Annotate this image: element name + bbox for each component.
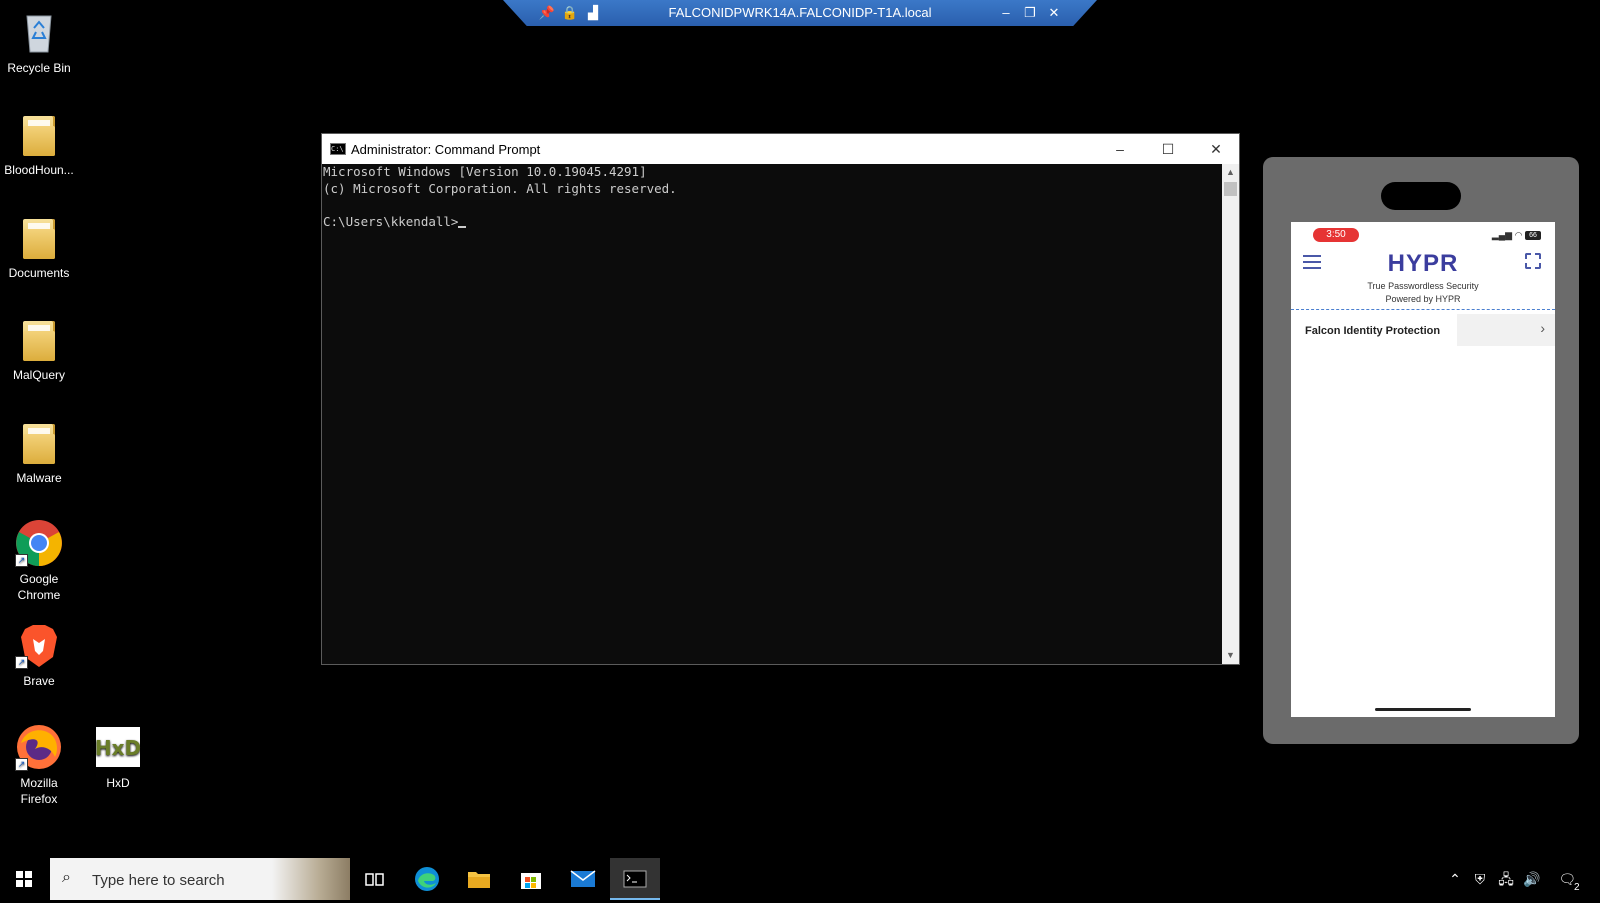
console-line: Microsoft Windows [Version 10.0.19045.42… [323, 164, 647, 179]
maximize-button[interactable]: ☐ [1145, 134, 1191, 164]
window-titlebar[interactable]: C:\ Administrator: Command Prompt – ☐ ✕ [322, 134, 1239, 164]
list-item-label: Falcon Identity Protection [1305, 325, 1441, 337]
phone-status-bar: 3:50 ▂▄▆ ◠ 66 [1291, 222, 1555, 248]
command-prompt-window: C:\ Administrator: Command Prompt – ☐ ✕ … [321, 133, 1240, 665]
home-indicator[interactable] [1375, 708, 1471, 711]
firefox-icon: ↗ [15, 723, 63, 771]
desktop-icon-documents[interactable]: Documents [1, 213, 77, 281]
scroll-up-arrow-icon[interactable]: ▲ [1222, 164, 1239, 181]
file-explorer-taskbar-icon[interactable] [454, 858, 504, 900]
folder-icon [15, 418, 63, 466]
command-prompt-taskbar-icon[interactable] [610, 858, 660, 900]
remote-desktop-connection-bar: 📌 🔒 ▟ FALCONIDPWRK14A.FALCONIDP-T1A.loca… [503, 0, 1097, 26]
battery-icon: 66 [1525, 231, 1541, 241]
close-icon[interactable]: ✕ [1045, 4, 1063, 22]
console-prompt-line[interactable]: C:\Users\kkendall> [323, 214, 1222, 231]
desktop-icon-label: Google Chrome [17, 572, 61, 602]
hypr-app-header: HYPR [1291, 248, 1555, 277]
cmd-app-icon: C:\ [330, 143, 346, 155]
list-item-action[interactable]: › [1457, 314, 1555, 346]
defender-tray-icon[interactable]: ⛨ [1468, 858, 1492, 900]
brave-icon: ↗ [15, 621, 63, 669]
console-line: (c) Microsoft Corporation. All rights re… [323, 180, 677, 196]
cellular-signal-icon: ▂▄▆ [1491, 230, 1513, 240]
network-icon[interactable]: 🖧 [1494, 858, 1518, 900]
phone-screen: 3:50 ▂▄▆ ◠ 66 HYPR True Passwordless Sec… [1291, 222, 1555, 717]
search-icon: ⌕ [62, 869, 71, 886]
status-time: 3:50 [1313, 228, 1359, 242]
window-title: Administrator: Command Prompt [351, 142, 541, 157]
svg-text:HxD: HxD [95, 736, 141, 760]
tagline-line2: Powered by HYPR [1385, 294, 1461, 304]
desktop-icon-brave[interactable]: ↗ Brave [1, 621, 77, 689]
close-button[interactable]: ✕ [1193, 134, 1239, 164]
desktop-icon-label: Brave [23, 674, 55, 688]
windows-logo-icon [16, 871, 32, 887]
text-cursor [458, 225, 467, 228]
notification-count: 2 [1574, 882, 1580, 893]
chrome-icon: ↗ [15, 519, 63, 567]
qr-scan-icon[interactable] [1525, 253, 1541, 269]
desktop-icon-bloodhound[interactable]: BloodHoun... [1, 110, 77, 178]
desktop-icon-label: Documents [8, 266, 70, 280]
taskbar-search[interactable]: ⌕ [50, 858, 350, 900]
recycle-bin-icon [15, 8, 63, 56]
shortcut-arrow-icon: ↗ [15, 656, 28, 669]
desktop-icon-label: MalQuery [12, 368, 65, 382]
scrollbar-thumb[interactable] [1224, 182, 1237, 196]
console-prompt: C:\Users\kkendall> [323, 213, 459, 229]
start-button[interactable] [0, 858, 48, 900]
show-hidden-icons-chevron-up-icon[interactable]: ⌃ [1444, 858, 1466, 900]
desktop-icon-label: Mozilla Firefox [20, 776, 58, 806]
microsoft-store-taskbar-icon[interactable] [506, 858, 556, 900]
desktop-icon-label: HxD [106, 776, 130, 790]
minimize-icon[interactable]: – [997, 4, 1015, 22]
desktop-icon-malware[interactable]: Malware [1, 418, 77, 486]
phone-notch [1381, 182, 1461, 210]
volume-icon[interactable]: 🔊 [1520, 858, 1544, 900]
folder-icon [15, 110, 63, 158]
list-item-falcon-identity-protection[interactable]: Falcon Identity Protection › [1291, 310, 1555, 346]
task-view-button[interactable] [350, 858, 400, 900]
desktop-icon-recycle-bin[interactable]: Recycle Bin [1, 8, 77, 76]
search-input[interactable] [90, 866, 264, 894]
desktop-icon-label: BloodHoun... [4, 163, 74, 177]
notification-center-icon[interactable]: 🗨 2 [1552, 858, 1592, 900]
mail-taskbar-icon[interactable] [558, 858, 608, 900]
desktop-icon-label: Malware [16, 471, 62, 485]
edge-taskbar-icon[interactable] [402, 858, 452, 900]
vertical-scrollbar[interactable]: ▲ ▼ [1222, 164, 1239, 664]
scroll-down-arrow-icon[interactable]: ▼ [1222, 647, 1239, 664]
taskbar: ⌕ ⌃ ⛨ 🖧 🔊 🗨 2 [0, 858, 1600, 900]
phone-mirror-window: 3:50 ▂▄▆ ◠ 66 HYPR True Passwordless Sec… [1263, 157, 1579, 744]
shortcut-arrow-icon: ↗ [15, 554, 28, 567]
hxd-icon: HxD [94, 723, 142, 771]
chevron-right-icon: › [1540, 320, 1545, 336]
minimize-button[interactable]: – [1097, 134, 1143, 164]
desktop-icon-malquery[interactable]: MalQuery [1, 315, 77, 383]
hypr-logo: HYPR [1387, 250, 1459, 277]
search-highlight-image [272, 858, 350, 900]
console-output[interactable]: Microsoft Windows [Version 10.0.19045.42… [322, 164, 1222, 664]
folder-icon [15, 315, 63, 363]
shortcut-arrow-icon: ↗ [15, 758, 28, 771]
folder-icon [15, 213, 63, 261]
desktop-icon-mozilla-firefox[interactable]: ↗ Mozilla Firefox [1, 723, 77, 807]
restore-icon[interactable]: ❐ [1021, 4, 1039, 22]
status-icons: ▂▄▆ ◠ 66 [1492, 230, 1541, 241]
tagline: True Passwordless Security Powered by HY… [1291, 276, 1555, 306]
desktop-icon-label: Recycle Bin [7, 61, 71, 75]
wifi-icon: ◠ [1514, 230, 1523, 240]
desktop-icon-google-chrome[interactable]: ↗ Google Chrome [1, 519, 77, 603]
tagline-line1: True Passwordless Security [1367, 281, 1479, 291]
desktop-icon-hxd[interactable]: HxD HxD [80, 723, 156, 791]
